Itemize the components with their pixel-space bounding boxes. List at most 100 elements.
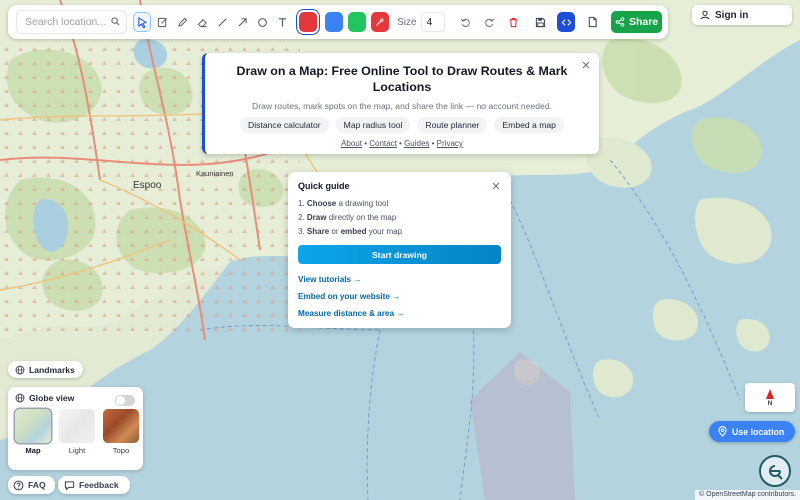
line-tool-button[interactable]	[214, 12, 232, 32]
share-icon	[615, 17, 625, 27]
link-privacy[interactable]: Privacy	[437, 139, 463, 148]
eraser-tool-button[interactable]	[193, 12, 211, 32]
faq-button[interactable]: FAQ	[8, 476, 55, 494]
guide-step-1: 1. Choose a drawing tool	[298, 199, 389, 208]
map-label-espoo: Espoo	[133, 180, 162, 191]
arrow-tool-button[interactable]	[234, 12, 252, 32]
layer-light-label: Light	[68, 446, 86, 455]
landmarks-label: Landmarks	[29, 364, 75, 375]
compass-reset-button[interactable]: N	[745, 383, 795, 412]
chip-distance-calculator[interactable]: Distance calculator	[240, 117, 329, 133]
redo-icon	[485, 18, 495, 27]
landmarks-button[interactable]: Landmarks	[8, 361, 83, 378]
feedback-button[interactable]: Feedback	[58, 476, 130, 494]
sign-in-button[interactable]: Sign in	[692, 5, 792, 25]
faq-label: FAQ	[28, 480, 46, 490]
chip-route-planner[interactable]: Route planner	[417, 117, 488, 133]
link-view-tutorials[interactable]: View tutorials →	[298, 275, 501, 284]
start-drawing-button[interactable]: Start drawing	[298, 245, 501, 264]
use-location-label: Use location	[732, 426, 785, 437]
custom-color-picker[interactable]	[371, 12, 390, 32]
layer-light[interactable]: Light	[58, 409, 96, 455]
pen-icon	[178, 17, 187, 27]
user-icon	[700, 10, 710, 20]
layer-light-thumbnail	[59, 409, 95, 443]
size-input[interactable]: 4	[420, 12, 445, 32]
circle-icon	[258, 17, 268, 27]
redo-button[interactable]	[481, 12, 499, 32]
page-title: Draw on a Map: Free Online Tool to Draw …	[236, 64, 568, 94]
quick-guide-panel: ✕ Quick guide 1. Choose a drawing tool 2…	[288, 172, 511, 328]
code-brackets-icon	[561, 18, 572, 26]
pen-tool-button[interactable]	[173, 12, 191, 32]
color-swatch-red[interactable]	[296, 10, 319, 34]
compass-north-icon	[766, 388, 774, 399]
layer-topo-thumbnail	[103, 409, 139, 443]
eyedropper-icon	[376, 17, 385, 26]
save-button[interactable]	[531, 12, 549, 32]
use-location-button[interactable]: Use location	[709, 421, 795, 442]
undo-icon	[461, 18, 471, 27]
layer-selector: Map Light Topo	[8, 403, 143, 455]
chip-map-radius-tool[interactable]: Map radius tool	[335, 117, 411, 133]
chip-embed-a-map[interactable]: Embed a map	[494, 117, 564, 133]
search-box[interactable]	[16, 10, 127, 34]
link-measure-distance[interactable]: Measure distance & area →	[298, 309, 501, 318]
guide-close-icon[interactable]: ✕	[489, 179, 503, 193]
line-icon	[218, 17, 227, 27]
eraser-icon	[197, 18, 207, 27]
location-pin-icon	[718, 426, 727, 437]
layer-topo[interactable]: Topo	[102, 409, 140, 455]
question-circle-icon	[13, 480, 24, 490]
size-label: Size	[397, 16, 417, 28]
globe-view-label: Globe view	[29, 393, 75, 403]
color-swatch-blue[interactable]	[324, 12, 343, 32]
sign-in-label: Sign in	[715, 9, 749, 21]
layer-map-thumbnail	[15, 409, 51, 443]
layer-map[interactable]: Map	[14, 409, 52, 455]
map-attribution[interactable]: © OpenStreetMap contributors.	[695, 490, 800, 500]
edit-tool-button[interactable]	[153, 12, 171, 32]
cursor-arrow-icon	[137, 16, 147, 28]
search-input[interactable]	[25, 16, 111, 28]
circle-tool-button[interactable]	[254, 12, 272, 32]
select-tool-button[interactable]	[133, 12, 152, 32]
link-about[interactable]: About	[341, 139, 362, 148]
guide-step-2: 2. Draw directly on the map	[298, 213, 397, 222]
layer-map-label: Map	[25, 446, 41, 455]
embed-code-button[interactable]	[557, 12, 576, 32]
brand-logo	[759, 455, 791, 487]
link-embed-on-website[interactable]: Embed on your website →	[298, 292, 501, 301]
chat-bubble-icon	[64, 480, 75, 490]
globe-icon	[15, 393, 25, 403]
text-T-icon	[279, 17, 287, 27]
search-icon[interactable]	[111, 15, 120, 29]
export-file-button[interactable]	[583, 12, 601, 32]
text-tool-button[interactable]	[274, 12, 292, 32]
guide-step-3: 3. Share or embed your map	[298, 227, 403, 236]
feedback-label: Feedback	[79, 480, 119, 490]
delete-button[interactable]	[505, 12, 523, 32]
undo-button[interactable]	[457, 12, 475, 32]
compass-north-label: N	[767, 399, 773, 407]
map-label-kauniainen: Kauniainen	[196, 169, 234, 178]
share-label: Share	[628, 16, 659, 28]
color-swatch-green[interactable]	[347, 12, 367, 32]
link-contact[interactable]: Contact	[369, 139, 397, 148]
pencil-square-icon	[157, 17, 167, 27]
globe-view-toggle[interactable]	[115, 395, 135, 406]
link-guides[interactable]: Guides	[404, 139, 429, 148]
feature-chips: Distance calculator Map radius tool Rout…	[205, 117, 599, 133]
guide-steps: 1. Choose a drawing tool 2. Draw directl…	[298, 199, 501, 236]
map-style-panel: Globe view Map Light Topo	[8, 387, 143, 470]
intro-panel: ✕ Draw on a Map: Free Online Tool to Dra…	[202, 53, 599, 154]
arrow-icon	[238, 17, 247, 27]
footer-links: About • Contact • Guides • Privacy	[341, 139, 463, 148]
intro-close-icon[interactable]: ✕	[579, 58, 593, 72]
share-button[interactable]: Share	[611, 11, 662, 33]
document-icon	[588, 16, 597, 28]
drawing-toolbar: Size 4 Share	[8, 5, 668, 39]
globe-icon	[15, 365, 25, 374]
trash-icon	[510, 17, 518, 27]
layer-topo-label: Topo	[112, 446, 130, 455]
